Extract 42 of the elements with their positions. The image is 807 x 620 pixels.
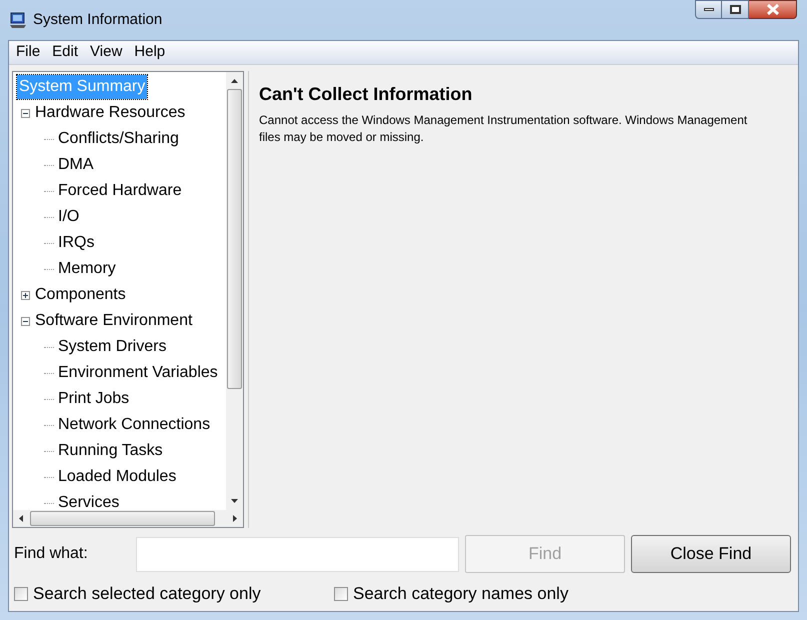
tree-item[interactable]: Forced Hardware [56, 179, 184, 203]
close-icon [766, 4, 780, 15]
menu-item[interactable]: View [85, 41, 128, 64]
error-message: Cannot access the Windows Management Instrumentation software. Windows Management files may be moved or missing. [259, 112, 748, 146]
minimize-button[interactable] [695, 0, 722, 19]
tree-item[interactable]: I/O [56, 205, 82, 229]
checkbox[interactable] [14, 586, 28, 601]
tree-item[interactable]: IRQs [56, 231, 96, 255]
tree-item[interactable]: Conflicts/Sharing [56, 127, 181, 151]
horizontal-scrollbar[interactable] [13, 510, 243, 527]
scroll-thumb[interactable] [30, 511, 215, 526]
window-title: System Information [33, 10, 162, 30]
checkbox-label: Search selected category only [33, 583, 261, 605]
maximize-button[interactable] [722, 0, 749, 19]
tree-item[interactable]: Environment Variables [56, 361, 220, 385]
collapse-icon[interactable] [21, 316, 30, 326]
close-button[interactable] [749, 0, 797, 19]
tree-item[interactable]: Network Connections [56, 413, 212, 437]
menu-item[interactable]: Help [129, 41, 170, 64]
menu-item[interactable]: File [11, 41, 46, 64]
tree-item[interactable]: Software Environment [33, 309, 194, 333]
find-field[interactable] [136, 536, 459, 572]
find-label: Find what: [14, 544, 89, 564]
checkbox[interactable] [334, 586, 348, 601]
tree-item[interactable]: Memory [56, 257, 118, 281]
checkbox-label: Search category names only [353, 583, 568, 605]
menu-item[interactable]: Edit [47, 41, 84, 64]
tree-item[interactable]: DMA [56, 153, 96, 177]
tree-item[interactable]: System Drivers [56, 335, 168, 359]
vertical-scrollbar[interactable] [226, 72, 243, 510]
tree-item[interactable]: Components [33, 283, 128, 307]
tree-item[interactable]: Print Jobs [56, 387, 132, 411]
error-heading: Can't Collect Information [259, 83, 474, 106]
scroll-thumb[interactable] [227, 89, 242, 389]
tree-item[interactable]: Services [56, 491, 122, 510]
expand-icon[interactable] [21, 290, 30, 300]
tree-item[interactable]: Hardware Resources [33, 101, 188, 125]
close-find-button[interactable]: Close Find [631, 535, 791, 573]
tree-item[interactable]: Loaded Modules [56, 465, 178, 489]
computer-icon [10, 12, 27, 28]
collapse-icon[interactable] [21, 108, 30, 118]
tree-item[interactable]: Running Tasks [56, 439, 165, 463]
